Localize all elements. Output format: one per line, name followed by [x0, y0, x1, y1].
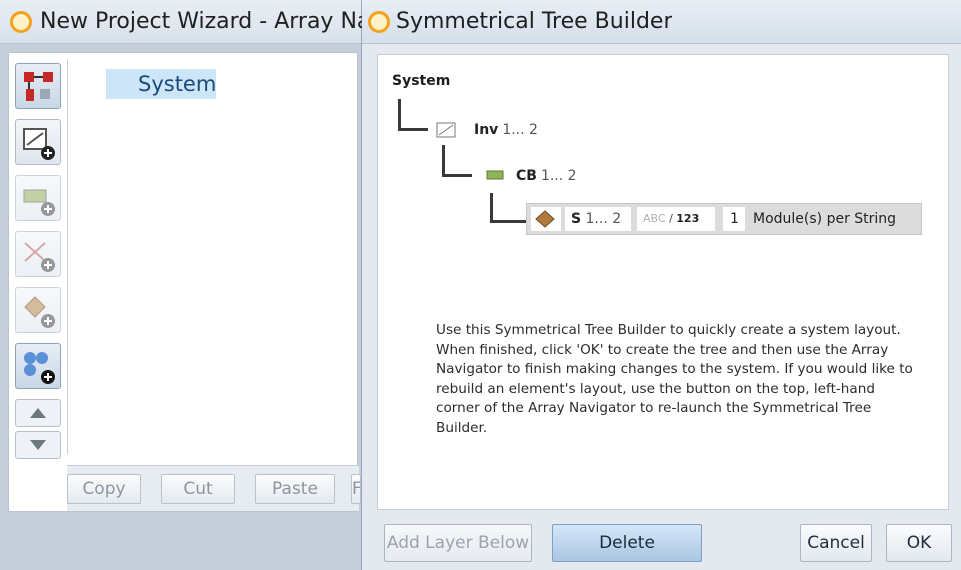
paste-button[interactable]: Paste: [255, 474, 335, 504]
add-group-button[interactable]: [15, 343, 61, 389]
modules-per-string-label: Module(s) per String: [753, 211, 897, 227]
root-system-label: System: [392, 73, 451, 89]
string-range: 1... 2: [585, 211, 622, 227]
inverter-icon: [436, 122, 456, 138]
add-inverter-icon: [23, 128, 55, 160]
tree-connector: [490, 193, 526, 223]
delete-button[interactable]: Delete: [552, 524, 702, 562]
module-icon: [535, 210, 555, 228]
dialog-button-bar: Add Layer Below Delete Cancel OK: [362, 516, 961, 570]
array-navigator-icon: [24, 72, 53, 101]
modules-per-string-input[interactable]: 1: [723, 207, 745, 231]
combiner-layer-node[interactable]: CB 1... 2: [486, 163, 646, 189]
inverter-layer-node[interactable]: Inv 1... 2: [436, 117, 596, 143]
app-logo-icon: [368, 11, 390, 33]
add-group-icon: [24, 352, 55, 384]
add-layer-below-button[interactable]: Add Layer Below: [384, 524, 532, 562]
add-string-icon: [24, 242, 55, 272]
wizard-titlebar: New Project Wizard - Array Na: [0, 0, 362, 44]
new-project-wizard-window: New Project Wizard - Array Na System Cop…: [0, 0, 362, 570]
app-logo-icon: [10, 11, 32, 33]
array-navigator-button[interactable]: [15, 63, 61, 109]
add-string-button[interactable]: [15, 231, 61, 277]
help-text: Use this Symmetrical Tree Builder to qui…: [436, 322, 913, 436]
add-module-icon: [24, 296, 55, 328]
label-mode-separator: /: [669, 212, 673, 225]
add-combiner-box-button[interactable]: [15, 175, 61, 221]
dialog-titlebar: Symmetrical Tree Builder: [362, 0, 961, 44]
copy-button[interactable]: Copy: [67, 474, 141, 504]
string-name: S: [571, 211, 582, 227]
dialog-title: Symmetrical Tree Builder: [396, 9, 673, 34]
cancel-button[interactable]: Cancel: [800, 524, 872, 562]
tree-builder-canvas: System Inv 1... 2 CB 1... 2 S 1... 2 ABC…: [377, 54, 949, 510]
add-combiner-box-icon: [23, 189, 55, 216]
tree-node-system[interactable]: System: [106, 69, 216, 99]
label-mode-abc: ABC: [643, 212, 666, 225]
inverter-range[interactable]: 1... 2: [502, 122, 538, 138]
module-type-button[interactable]: [531, 207, 561, 231]
move-up-icon: [30, 408, 46, 418]
move-up-button[interactable]: [15, 399, 61, 427]
label-mode-toggle[interactable]: ABC / 123: [637, 207, 715, 231]
inverter-name: Inv: [474, 122, 499, 138]
combiner-range[interactable]: 1... 2: [541, 168, 577, 184]
tree-connector: [442, 145, 472, 177]
add-module-button[interactable]: [15, 287, 61, 333]
wizard-title: New Project Wizard - Array Na: [40, 9, 362, 34]
edit-buttons-bar: Copy Cut Paste F: [67, 465, 361, 511]
string-layer-row: S 1... 2 ABC / 123 1 Module(s) per Strin…: [526, 203, 922, 235]
symmetrical-tree-builder-dialog: Symmetrical Tree Builder System Inv 1... …: [362, 0, 961, 570]
label-mode-num: 123: [676, 212, 700, 225]
ok-button[interactable]: OK: [886, 524, 952, 562]
move-down-button[interactable]: [15, 431, 61, 459]
find-button[interactable]: F: [351, 474, 361, 504]
combiner-name: CB: [516, 168, 537, 184]
navigator-tree: System: [67, 59, 357, 454]
move-down-icon: [30, 440, 46, 450]
cut-button[interactable]: Cut: [161, 474, 235, 504]
tree-connector: [398, 99, 428, 131]
combiner-box-icon: [486, 170, 504, 180]
string-range-field[interactable]: S 1... 2: [565, 207, 631, 231]
add-inverter-button[interactable]: [15, 119, 61, 165]
array-navigator-panel: System Copy Cut Paste F: [8, 52, 361, 512]
